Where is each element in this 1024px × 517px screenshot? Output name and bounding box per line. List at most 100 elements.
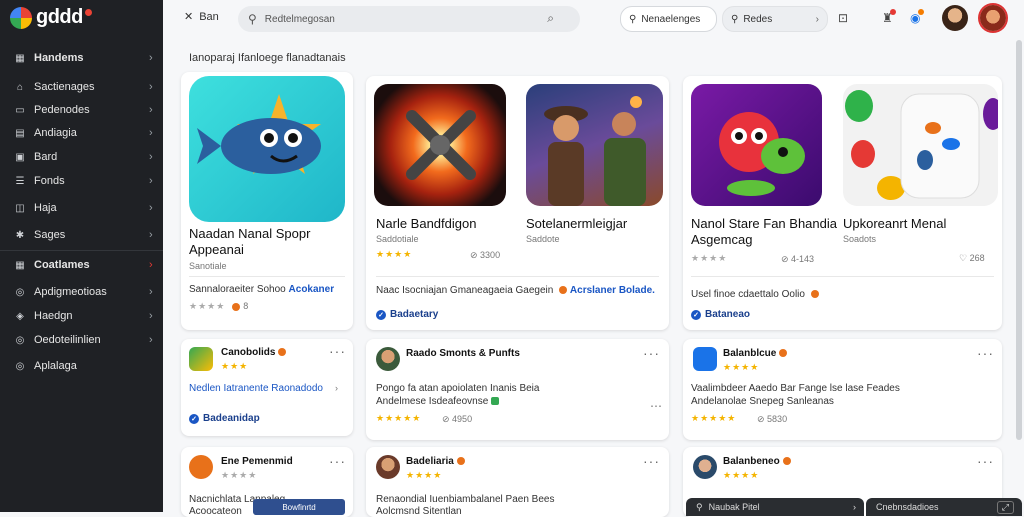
lock-icon[interactable]: ⊡ [838,11,848,25]
title-text: Canobolids [221,347,276,358]
sidebar-item-aplalaga[interactable]: ◎ Aplalaga [0,355,163,377]
search-input[interactable]: Redtelmegosan [265,14,335,25]
gear-icon: ✱ [15,229,25,241]
app-card[interactable]: Ene Pemenmid ··· ★★★★ Nacnichlata Lanpal… [181,447,353,517]
logo-dot-icon [84,9,92,16]
app-title: Raado Smonts & Punfts [406,348,520,359]
app-icon [693,347,717,371]
like-count: ♡ 268 [959,253,985,263]
award-icon [810,290,819,299]
app-title: Badeliaria [406,456,465,467]
avatar[interactable] [942,5,968,31]
rating-stars: ★★★★★ [376,413,422,423]
mic-icon[interactable]: ⌕ [547,11,554,26]
search-pill-1[interactable]: ⚲ Nenaelenges [620,6,717,32]
chevron-right-icon: › [149,286,153,298]
featured-card[interactable]: Naadan Nanal Spopr Appeanai Sanotiale Sa… [181,72,353,330]
chevron-right-icon: › [815,13,819,25]
divider [691,276,994,277]
award-icon [559,286,568,295]
app-name: Sotelanermleigjar [526,216,628,231]
app-card[interactable]: Raado Smonts & Punfts ··· Pongo fa atan … [366,339,669,440]
bottom-panel-tab[interactable]: Cnebnsdadioes ⤢ [866,498,1022,516]
app-card[interactable]: Badeliaria ··· ★★★★ Renaondial Iuenbiamb… [366,447,669,517]
sidebar-item-label: Haja [34,202,57,214]
sidebar-item-oedoteilinlien[interactable]: ◎ Oedoteilinlien › [0,329,163,351]
app-title: Ene Pemenmid [221,456,293,467]
more-options-icon[interactable]: ⋯ [650,399,662,413]
verified-icon: ✓ [376,309,386,320]
folder-icon: ▭ [15,104,25,116]
more-options-icon[interactable]: ··· [977,345,994,361]
search-bar[interactable]: ⚲ Redtelmegosan ⌕ [238,6,580,32]
app-description: Naac Isocniajan Gmaneagaeia Gaegein Acrs… [376,285,655,296]
more-options-icon[interactable]: ··· [329,343,346,359]
close-icon: ✕ [184,11,194,23]
search-icon: ⚲ [731,13,739,25]
description-link[interactable]: Acokaner [289,284,335,295]
meta-count: ⊘ 5830 [757,414,788,424]
featured-app-icon [691,84,822,206]
app-description: Usel finoe cdaettalo Oolio [691,289,819,300]
sidebar-item-haedgn[interactable]: ◈ Haedgn › [0,305,163,327]
more-options-icon[interactable]: ··· [643,345,660,361]
bottom-panel-tab[interactable]: ⚲ Naubak Pitel › [686,498,864,516]
more-options-icon[interactable]: ··· [643,453,660,469]
sidebar-item-sactienages[interactable]: ⌂ Sactienages › [0,76,163,98]
sidebar-item-label: Fonds [34,175,65,187]
meta-value: 3300 [480,250,501,260]
app-subtitle: Sanotiale [189,261,227,271]
sidebar-item-andiagia[interactable]: ▤ Andiagia › [0,122,163,144]
scrollbar[interactable] [1016,40,1022,440]
app-logo[interactable]: gddd [10,6,92,29]
rating-stars: ★★★★ 8 [189,301,250,311]
heroes-art-icon [544,96,646,206]
app-name: Upkoreanrt Menal [843,216,947,231]
action-button[interactable]: Bowfinrtd [253,499,345,515]
divider [376,276,659,277]
divider [189,276,345,277]
cast-badge [918,9,924,15]
chevron-right-icon: › [149,151,153,163]
app-subtitle: Saddotiale [376,234,419,244]
app-title: Canobolids [221,347,287,358]
app-description[interactable]: Nedlen Iatranente Raonadodo [189,383,323,394]
avatar-secondary[interactable] [980,5,1006,31]
sidebar-item-bard[interactable]: ▣ Bard › [0,146,163,168]
app-card[interactable]: Canobolids ··· ★★★ Nedlen Iatranente Rao… [181,339,353,436]
featured-app-icon [189,76,345,222]
pill-label: Nenaelenges [641,13,701,25]
app-card[interactable]: Balanblcue ··· ★★★★ Vaalimbdeer Aaedo Ba… [683,339,1002,440]
chevron-right-icon: › [149,81,153,93]
back-button[interactable]: ✕ Ban [184,10,219,24]
sidebar-item-label: Apdigmeotioas [34,286,107,298]
app-icon [376,347,400,371]
sidebar-item-label: Handems [34,52,84,64]
verified-label: ✓ Bataneao [691,309,750,320]
app-icon [189,347,213,371]
pill-label: Redes [743,13,773,25]
sidebar-item-handems[interactable]: ▦ Handems › [0,47,163,69]
sidebar-item-apdigmeotioas[interactable]: ◎ Apdigmeotioas › [0,281,163,303]
sidebar-item-sages[interactable]: ✱ Sages › [0,224,163,246]
app-description: Sannaloraeiter Sohoo Acokaner [189,284,334,295]
sidebar-item-haja[interactable]: ◫ Haja › [0,197,163,219]
search-pill-2[interactable]: ⚲ Redes › [722,6,828,32]
sidebar-item-label: Bard [34,151,58,163]
sidebar-item-pedenodes[interactable]: ▭ Pedenodes › [0,99,163,121]
featured-card-wide[interactable]: Nanol Stare Fan Bhandia Asgemcag ★★★★ ⊘ … [683,76,1002,330]
sidebar-item-fonds[interactable]: ☰ Fonds › [0,170,163,192]
sidebar-item-coatlames[interactable]: ▦ Coatlames › [0,254,163,276]
sidebar-item-label: Coatlames [34,259,90,271]
rating-stars: ★★★★ [723,470,760,480]
back-label: Ban [199,10,219,23]
search-icon: ⚲ [248,12,257,26]
chevron-right-icon[interactable]: › [335,383,338,393]
more-options-icon[interactable]: ··· [329,453,346,469]
more-options-icon[interactable]: ··· [977,453,994,469]
chevron-right-icon: › [149,104,153,116]
sidebar-divider [0,250,163,251]
featured-card-wide[interactable]: Narle Bandfdigon Saddotiale ★★★★ ⊘ 3300 … [366,76,669,330]
description-link[interactable]: Acrslaner Bolade. [570,285,655,296]
featured-app-icon [374,84,506,206]
